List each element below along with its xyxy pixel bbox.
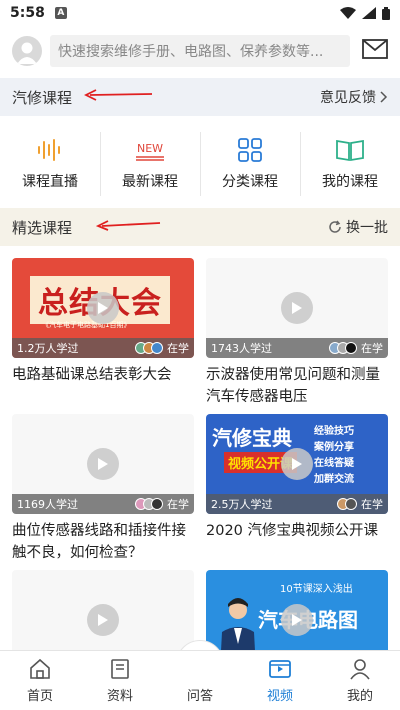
quick-my-courses[interactable]: 我的课程	[300, 124, 400, 204]
tab-materials[interactable]: 资料	[80, 651, 160, 710]
course-section-header: 汽修课程 意见反馈	[0, 78, 400, 116]
quick-live-courses[interactable]: 课程直播	[0, 124, 100, 204]
video-icon	[268, 657, 292, 681]
learner-count: 1743人学过	[211, 342, 272, 355]
annotation-arrow	[84, 89, 153, 101]
course-title: 示波器使用常见问题和测量汽车传感器电压	[206, 367, 380, 405]
tab-label: 视频	[266, 689, 293, 704]
learner-avatars	[135, 498, 163, 510]
play-icon[interactable]	[281, 604, 313, 636]
wifi-icon	[340, 7, 356, 19]
tab-label: 我的	[346, 689, 373, 704]
course-card[interactable]: 1169人学过 在学 曲位传感器线路和插接件接触不良，如何检查？	[12, 414, 194, 564]
tab-label: 问答	[186, 689, 213, 704]
live-wave-icon	[36, 137, 64, 163]
selected-section-header: 精选课程 换一批	[0, 208, 400, 246]
course-title: 曲位传感器线路和插接件接触不良，如何检查？	[12, 523, 186, 561]
course-thumbnail: 1743人学过 在学	[206, 258, 388, 358]
course-meta: 2.5万人学过 在学	[206, 494, 388, 514]
status-bar: 5:58 A	[0, 0, 400, 26]
course-card[interactable]: 1743人学过 在学 示波器使用常见问题和测量汽车传感器电压	[206, 258, 388, 408]
app-notification-icon: A	[54, 7, 67, 19]
svg-text:NEW: NEW	[137, 142, 163, 155]
home-icon	[29, 657, 51, 681]
quick-label: 我的课程	[322, 174, 378, 190]
learner-count: 1.2万人学过	[17, 342, 79, 355]
new-badge-icon: NEW	[133, 137, 167, 163]
battery-icon	[382, 6, 390, 20]
learner-avatars	[337, 498, 357, 510]
quick-label: 课程直播	[22, 174, 78, 190]
bottom-tab-bar: 首页 资料 问答 视频 我的	[0, 650, 400, 710]
tab-qa[interactable]: 问答	[160, 651, 240, 710]
tab-video[interactable]: 视频	[240, 651, 320, 710]
search-input[interactable]: 快速搜索维修手册、电路图、保养参数等...	[50, 35, 350, 67]
study-status: 在学	[361, 498, 383, 511]
quick-new-courses[interactable]: NEW 最新课程	[100, 124, 200, 204]
user-avatar-icon	[17, 42, 37, 64]
quick-nav: 课程直播 NEW 最新课程 分类课程 我的课程	[0, 124, 400, 204]
avatar	[345, 498, 357, 510]
course-meta: 1.2万人学过 在学	[12, 338, 194, 358]
tab-mine[interactable]: 我的	[320, 651, 400, 710]
thumbnail-list: 经验技巧 案例分享 在线答疑 加群交流	[314, 424, 354, 488]
course-thumbnail: 汽修宝典 视频公开课 经验技巧 案例分享 在线答疑 加群交流 2.5万人学过 在…	[206, 414, 388, 514]
refresh-label: 换一批	[346, 220, 388, 236]
search-row: 快速搜索维修手册、电路图、保养参数等...	[0, 26, 400, 76]
section-title: 精选课程	[12, 218, 73, 237]
thumbnail-list-item: 案例分享	[314, 442, 354, 453]
mail-icon[interactable]	[362, 39, 388, 63]
play-icon[interactable]	[281, 448, 313, 480]
learner-count: 2.5万人学过	[211, 498, 273, 511]
clock: 5:58	[10, 5, 45, 21]
tab-home[interactable]: 首页	[0, 651, 80, 710]
status-icons	[340, 6, 390, 20]
play-icon[interactable]	[87, 604, 119, 636]
avatar	[151, 498, 163, 510]
annotation-arrow	[96, 220, 161, 231]
play-icon[interactable]	[87, 448, 119, 480]
thumbnail-subtitle: 10节课深入浅出	[280, 584, 353, 595]
course-title: 2020 汽修宝典视频公开课	[206, 523, 379, 539]
thumbnail-subtitle: 《汽车电子电路基础1百期》	[42, 321, 131, 329]
study-status: 在学	[167, 342, 189, 355]
course-meta: 1169人学过 在学	[12, 494, 194, 514]
feedback-label: 意见反馈	[320, 90, 376, 106]
thumbnail-list-item: 经验技巧	[314, 426, 354, 437]
learner-avatars	[135, 342, 163, 354]
refresh-button[interactable]: 换一批	[328, 217, 388, 237]
quick-label: 分类课程	[222, 174, 278, 190]
course-card[interactable]: 总结大会 《汽车电子电路基础1百期》 1.2万人学过 在学 电路基础课总结表彰大…	[12, 258, 194, 386]
avatar	[345, 342, 357, 354]
signal-icon	[362, 7, 376, 19]
course-meta: 1743人学过 在学	[206, 338, 388, 358]
grid-categories-icon	[237, 137, 263, 163]
thumbnail-list-item: 加群交流	[314, 474, 354, 485]
open-book-icon	[335, 137, 365, 163]
play-icon[interactable]	[87, 292, 119, 324]
avatar	[151, 342, 163, 354]
quick-category-courses[interactable]: 分类课程	[200, 124, 300, 204]
section-title: 汽修课程	[12, 88, 73, 107]
chevron-right-icon	[380, 91, 388, 103]
learner-count: 1169人学过	[17, 498, 78, 511]
play-icon[interactable]	[281, 292, 313, 324]
course-title: 电路基础课总结表彰大会	[12, 367, 172, 383]
course-thumbnail: 总结大会 《汽车电子电路基础1百期》 1.2万人学过 在学	[12, 258, 194, 358]
feedback-link[interactable]: 意见反馈	[320, 87, 388, 107]
study-status: 在学	[361, 342, 383, 355]
quick-label: 最新课程	[122, 174, 178, 190]
book-icon	[109, 657, 131, 681]
thumbnail-list-item: 在线答疑	[314, 458, 354, 469]
learner-avatars	[329, 342, 357, 354]
course-card[interactable]: 汽修宝典 视频公开课 经验技巧 案例分享 在线答疑 加群交流 2.5万人学过 在…	[206, 414, 388, 542]
tab-label: 首页	[26, 689, 53, 704]
course-thumbnail: 1169人学过 在学	[12, 414, 194, 514]
study-status: 在学	[167, 498, 189, 511]
tab-label: 资料	[106, 689, 133, 704]
thumbnail-title: 汽修宝典	[212, 426, 292, 450]
avatar[interactable]	[12, 36, 42, 66]
refresh-icon	[329, 220, 341, 233]
person-icon	[349, 657, 371, 681]
